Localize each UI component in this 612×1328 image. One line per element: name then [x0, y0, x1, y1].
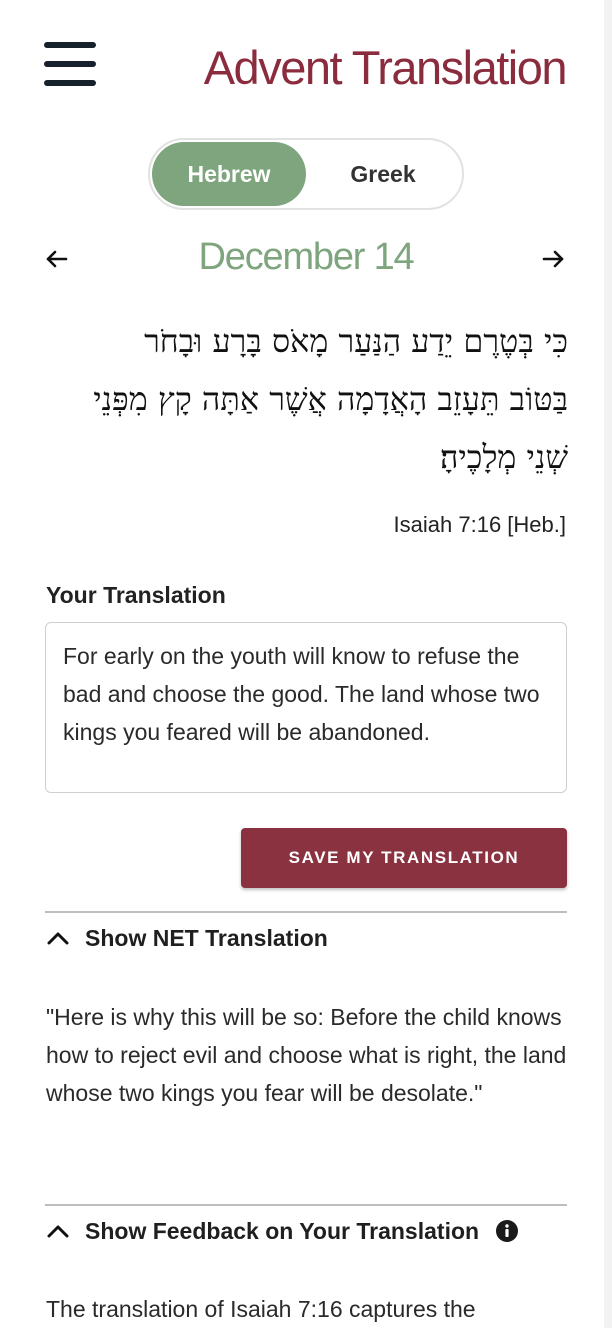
- net-translation-text: "Here is why this will be so: Before the…: [46, 1004, 567, 1106]
- feedback-heading: Show Feedback on Your Translation: [85, 1217, 480, 1244]
- net-translation-toggle[interactable]: Show NET Translation: [45, 918, 328, 958]
- chevron-up-icon: [47, 1225, 69, 1238]
- hamburger-menu-icon[interactable]: [44, 42, 98, 86]
- info-icon[interactable]: [495, 1219, 519, 1243]
- translation-input[interactable]: For early on the youth will know to refu…: [45, 622, 567, 793]
- current-date: December 14: [198, 236, 415, 278]
- toggle-greek[interactable]: Greek: [306, 142, 460, 206]
- verse-line: בַּטּוֹב תֵּעָזֵב הָאֲדָמָה אֲשֶׁר אַתָּ…: [93, 380, 568, 418]
- scroll-edge: [604, 0, 612, 1328]
- verse-reference: Isaiah 7:16 [Heb.]: [393, 512, 566, 537]
- translation-label: Your Translation: [46, 582, 226, 608]
- hebrew-verse: כִּי בְּטֶרֶם יֵדַע הַנַּעַר מָאֹס בָּרָ…: [40, 312, 568, 486]
- language-toggle: Hebrew Greek: [148, 138, 464, 210]
- save-translation-button[interactable]: SAVE MY TRANSLATION: [241, 828, 567, 888]
- menu-bar: [44, 42, 96, 48]
- divider: [45, 1204, 567, 1206]
- net-translation-heading: Show NET Translation: [85, 924, 328, 951]
- menu-bar: [44, 80, 96, 86]
- chevron-up-icon: [47, 932, 69, 945]
- divider: [45, 911, 567, 913]
- toggle-hebrew[interactable]: Hebrew: [152, 142, 306, 206]
- verse-line: כִּי בְּטֶרֶם יֵדַע הַנַּעַר מָאֹס בָּרָ…: [144, 322, 568, 360]
- app-title: Advent Translation: [203, 41, 568, 94]
- feedback-text: The translation of Isaiah 7:16 captures …: [46, 1296, 476, 1322]
- arrow-right-icon[interactable]: [538, 244, 568, 274]
- verse-line: שְׁנֵי מְלָכֶיהָ׃: [440, 438, 568, 476]
- menu-bar: [44, 61, 96, 67]
- feedback-toggle[interactable]: Show Feedback on Your Translation: [45, 1211, 519, 1251]
- page: Advent Translation Hebrew Greek December…: [0, 0, 612, 1328]
